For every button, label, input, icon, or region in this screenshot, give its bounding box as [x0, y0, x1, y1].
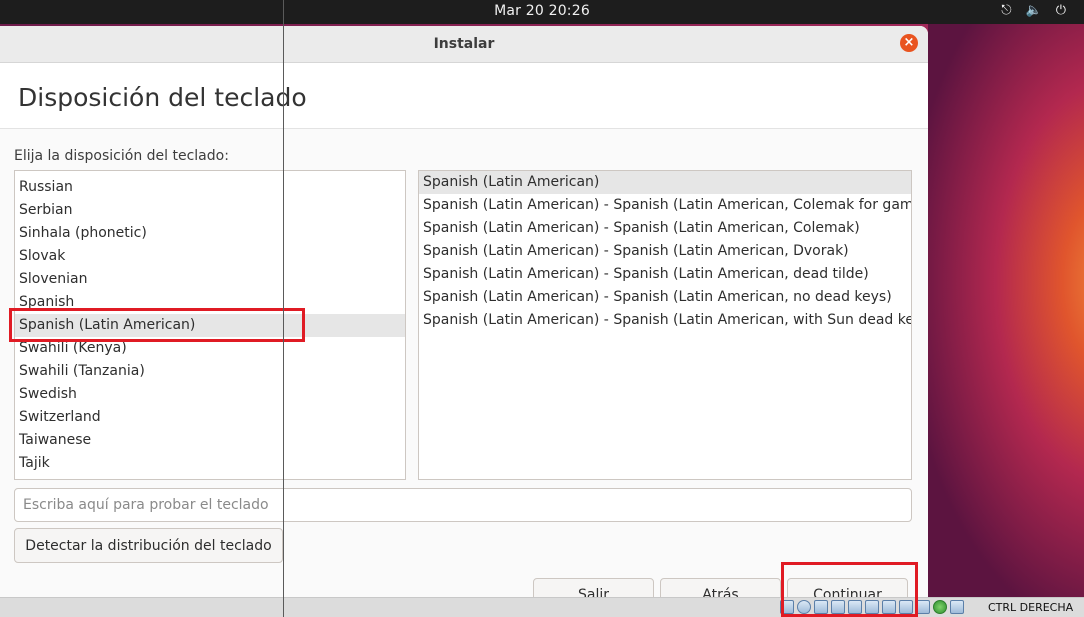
page-header: Disposición del teclado: [0, 63, 928, 129]
layout-item[interactable]: Taiwanese: [15, 429, 405, 452]
layout-item[interactable]: Tajik: [15, 452, 405, 475]
vertical-guide-line: [283, 0, 284, 617]
top-bar: Mar 20 20:26 ⎋ 🔈 ⏻: [0, 0, 1084, 24]
layout-item[interactable]: Slovak: [15, 245, 405, 268]
layout-item[interactable]: Sinhala (phonetic): [15, 222, 405, 245]
variant-item[interactable]: Spanish (Latin American) - Spanish (Lati…: [419, 194, 911, 217]
window-title: Instalar: [433, 36, 495, 52]
optical-drive-icon[interactable]: [797, 600, 811, 614]
installer-window: Instalar × Disposición del teclado Elija…: [0, 26, 928, 600]
variant-item[interactable]: Spanish (Latin American) - Spanish (Lati…: [419, 217, 911, 240]
network-adapter-icon[interactable]: [831, 600, 845, 614]
power-icon[interactable]: ⏻: [1056, 3, 1066, 18]
variant-list[interactable]: Spanish (Latin American) Spanish (Latin A…: [418, 170, 912, 480]
variant-item[interactable]: Spanish (Latin American) - Spanish (Lati…: [419, 309, 911, 332]
layout-item[interactable]: Russian: [15, 176, 405, 199]
display-icon[interactable]: [882, 600, 896, 614]
video-capture-icon[interactable]: [899, 600, 913, 614]
mouse-integration-icon[interactable]: [916, 600, 930, 614]
window-titlebar[interactable]: Instalar ×: [0, 26, 928, 63]
layout-prompt-label: Elija la disposición del teclado:: [14, 148, 229, 164]
detect-layout-button[interactable]: Detectar la distribución del teclado: [14, 528, 283, 563]
audio-icon[interactable]: [814, 600, 828, 614]
layout-item[interactable]: Swedish: [15, 383, 405, 406]
network-icon[interactable]: ⎋: [1001, 3, 1011, 18]
vm-device-icons: [780, 600, 964, 614]
page-title: Disposición del teclado: [18, 83, 307, 112]
variant-item[interactable]: Spanish (Latin American) - Spanish (Lati…: [419, 263, 911, 286]
usb-icon[interactable]: [848, 600, 862, 614]
shared-folders-icon[interactable]: [865, 600, 879, 614]
variant-item[interactable]: Spanish (Latin American): [419, 171, 911, 194]
layout-item[interactable]: Swahili (Tanzania): [15, 360, 405, 383]
layout-item[interactable]: Slovenian: [15, 268, 405, 291]
layout-item[interactable]: Switzerland: [15, 406, 405, 429]
volume-icon[interactable]: 🔈: [1026, 3, 1042, 18]
variant-item[interactable]: Spanish (Latin American) - Spanish (Lati…: [419, 286, 911, 309]
keyboard-test-input[interactable]: [14, 488, 912, 522]
desktop-wallpaper: [928, 24, 1084, 597]
layout-item[interactable]: Spanish: [15, 291, 405, 314]
clock[interactable]: Mar 20 20:26: [0, 3, 1084, 19]
layout-item[interactable]: Serbian: [15, 199, 405, 222]
vm-status-bar: CTRL DERECHA: [0, 597, 1084, 617]
system-tray[interactable]: ⎋ 🔈 ⏻: [1001, 3, 1066, 18]
layout-item[interactable]: Spanish (Latin American): [15, 314, 405, 337]
variant-item[interactable]: Spanish (Latin American) - Spanish (Lati…: [419, 240, 911, 263]
close-icon[interactable]: ×: [900, 34, 918, 52]
host-key-arrow-icon[interactable]: [950, 600, 964, 614]
cpu-activity-icon[interactable]: [933, 600, 947, 614]
layout-list[interactable]: Russian Serbian Sinhala (phonetic) Slovak Sl…: [14, 170, 406, 480]
layout-item[interactable]: Swahili (Kenya): [15, 337, 405, 360]
host-key-label: CTRL DERECHA: [988, 601, 1074, 614]
hard-disk-icon[interactable]: [780, 600, 794, 614]
